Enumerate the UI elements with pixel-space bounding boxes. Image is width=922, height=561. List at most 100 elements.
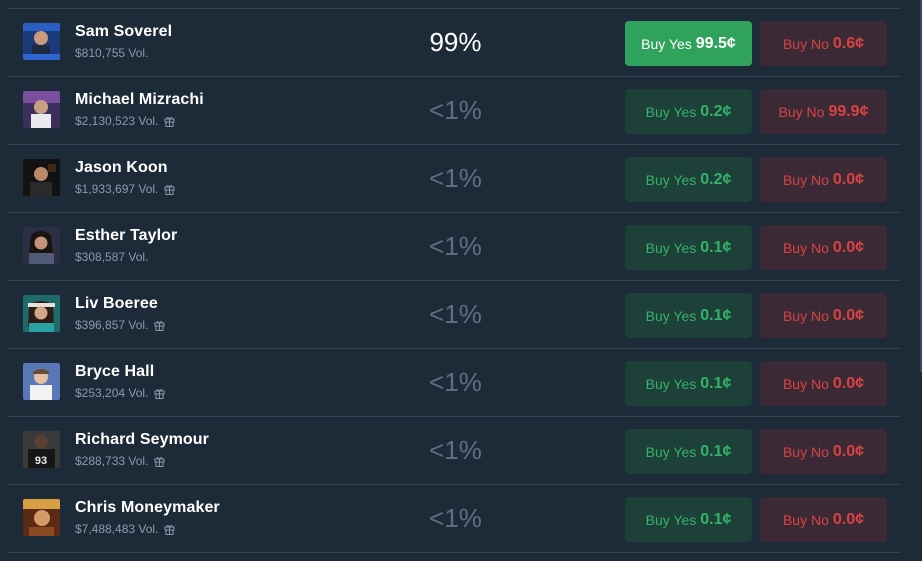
buy-no-label: Buy No <box>782 35 829 52</box>
volume-text: $7,488,483 Vol. <box>75 522 159 536</box>
volume-text: $253,204 Vol. <box>75 386 149 400</box>
outcome-row: 93 Richard Seymour $288,733 Vol. <1% Buy… <box>8 416 900 484</box>
probability-percent: <1% <box>429 163 482 193</box>
outcome-row: Esther Taylor $308,587 Vol. <1% Buy Yes … <box>8 212 900 280</box>
probability-percent: <1% <box>429 231 482 261</box>
buy-no-price: 0.0¢ <box>832 170 865 188</box>
buy-yes-label: Buy Yes <box>645 375 697 392</box>
volume-line: $7,488,483 Vol. <box>75 522 175 536</box>
candidate-name: Sam Soverel <box>75 23 173 40</box>
buy-no-button[interactable]: Buy No 0.0¢ <box>760 497 887 542</box>
buy-no-price: 0.0¢ <box>832 306 865 324</box>
gift-icon <box>164 116 175 127</box>
buy-yes-button[interactable]: Buy Yes 0.1¢ <box>625 225 752 270</box>
outcome-row: Chris Moneymaker $7,488,483 Vol. <1% Buy… <box>8 484 900 553</box>
volume-line: $308,587 Vol. <box>75 250 148 264</box>
avatar <box>23 499 60 536</box>
buy-no-price: 0.0¢ <box>832 238 865 256</box>
outcome-row: Liv Boeree $396,857 Vol. <1% Buy Yes 0.1… <box>8 280 900 348</box>
buy-yes-price: 0.1¢ <box>700 374 732 392</box>
probability-percent: <1% <box>429 503 482 533</box>
buy-no-button[interactable]: Buy No 0.0¢ <box>760 157 887 202</box>
outcome-row: Michael Mizrachi $2,130,523 Vol. <1% Buy… <box>8 76 900 144</box>
gift-icon <box>154 456 165 467</box>
probability-percent: 99% <box>429 27 482 57</box>
market-outcomes-page: Sam Soverel $810,755 Vol. 99% Buy Yes 99… <box>0 0 922 561</box>
candidate-name: Jason Koon <box>75 159 168 176</box>
buy-no-label: Buy No <box>782 171 829 188</box>
probability-percent: <1% <box>429 435 482 465</box>
probability-percent: <1% <box>429 367 482 397</box>
avatar <box>23 23 60 60</box>
buy-yes-button[interactable]: Buy Yes 0.1¢ <box>625 293 752 338</box>
buy-yes-label: Buy Yes <box>641 35 692 52</box>
gift-icon <box>164 524 175 535</box>
buy-no-button[interactable]: Buy No 0.0¢ <box>760 225 887 270</box>
candidate-name: Richard Seymour <box>75 431 209 448</box>
outcome-list: Sam Soverel $810,755 Vol. 99% Buy Yes 99… <box>8 8 900 553</box>
candidate-name: Bryce Hall <box>75 363 155 380</box>
volume-text: $810,755 Vol. <box>75 46 149 60</box>
buy-yes-price: 0.1¢ <box>700 238 732 256</box>
buy-yes-button[interactable]: Buy Yes 0.1¢ <box>625 429 752 474</box>
buy-no-button[interactable]: Buy No 0.0¢ <box>760 361 887 406</box>
buy-yes-price: 0.2¢ <box>700 102 732 120</box>
buy-no-button[interactable]: Buy No 0.6¢ <box>760 21 887 66</box>
buy-yes-price: 0.1¢ <box>700 442 732 460</box>
volume-line: $2,130,523 Vol. <box>75 114 175 128</box>
avatar <box>23 91 60 128</box>
buy-no-price: 0.0¢ <box>832 510 865 528</box>
gift-icon <box>154 320 165 331</box>
volume-line: $288,733 Vol. <box>75 454 165 468</box>
buy-yes-price: 0.1¢ <box>700 510 732 528</box>
outcome-row: Bryce Hall $253,204 Vol. <1% Buy Yes 0.1… <box>8 348 900 416</box>
volume-line: $1,933,697 Vol. <box>75 182 175 196</box>
buy-no-label: Buy No <box>782 443 829 460</box>
buy-no-label: Buy No <box>782 375 829 392</box>
buy-yes-label: Buy Yes <box>645 171 697 188</box>
outcome-row: Sam Soverel $810,755 Vol. 99% Buy Yes 99… <box>8 8 900 76</box>
probability-percent: <1% <box>429 299 482 329</box>
buy-no-label: Buy No <box>782 239 829 256</box>
buy-no-button[interactable]: Buy No 99.9¢ <box>760 89 887 134</box>
buy-no-price: 0.0¢ <box>832 442 865 460</box>
volume-line: $396,857 Vol. <box>75 318 165 332</box>
buy-yes-button[interactable]: Buy Yes 0.2¢ <box>625 89 752 134</box>
avatar <box>23 363 60 400</box>
buy-yes-button[interactable]: Buy Yes 0.1¢ <box>625 497 752 542</box>
volume-text: $2,130,523 Vol. <box>75 114 159 128</box>
avatar <box>23 159 60 196</box>
buy-yes-button[interactable]: Buy Yes 99.5¢ <box>625 21 752 66</box>
gift-icon <box>154 388 165 399</box>
buy-no-price: 99.9¢ <box>828 102 869 120</box>
candidate-name: Liv Boeree <box>75 295 158 312</box>
buy-yes-label: Buy Yes <box>645 103 697 120</box>
buy-yes-price: 99.5¢ <box>695 34 736 52</box>
buy-no-button[interactable]: Buy No 0.0¢ <box>760 293 887 338</box>
buy-yes-button[interactable]: Buy Yes 0.2¢ <box>625 157 752 202</box>
buy-yes-button[interactable]: Buy Yes 0.1¢ <box>625 361 752 406</box>
buy-no-button[interactable]: Buy No 0.0¢ <box>760 429 887 474</box>
svg-text:93: 93 <box>35 455 47 467</box>
buy-yes-price: 0.2¢ <box>700 170 732 188</box>
buy-yes-label: Buy Yes <box>645 307 697 324</box>
buy-no-price: 0.6¢ <box>832 34 865 52</box>
buy-no-price: 0.0¢ <box>832 374 865 392</box>
buy-yes-price: 0.1¢ <box>700 306 732 324</box>
volume-text: $1,933,697 Vol. <box>75 182 159 196</box>
buy-yes-label: Buy Yes <box>645 443 697 460</box>
avatar <box>23 227 60 264</box>
probability-percent: <1% <box>429 95 482 125</box>
buy-no-label: Buy No <box>782 511 829 528</box>
volume-text: $288,733 Vol. <box>75 454 149 468</box>
volume-text: $396,857 Vol. <box>75 318 149 332</box>
candidate-name: Esther Taylor <box>75 227 178 244</box>
buy-no-label: Buy No <box>782 307 829 324</box>
avatar <box>23 295 60 332</box>
candidate-name: Chris Moneymaker <box>75 499 220 516</box>
buy-yes-label: Buy Yes <box>645 511 697 528</box>
volume-line: $810,755 Vol. <box>75 46 148 60</box>
candidate-name: Michael Mizrachi <box>75 91 204 108</box>
volume-text: $308,587 Vol. <box>75 250 149 264</box>
buy-yes-label: Buy Yes <box>645 239 697 256</box>
